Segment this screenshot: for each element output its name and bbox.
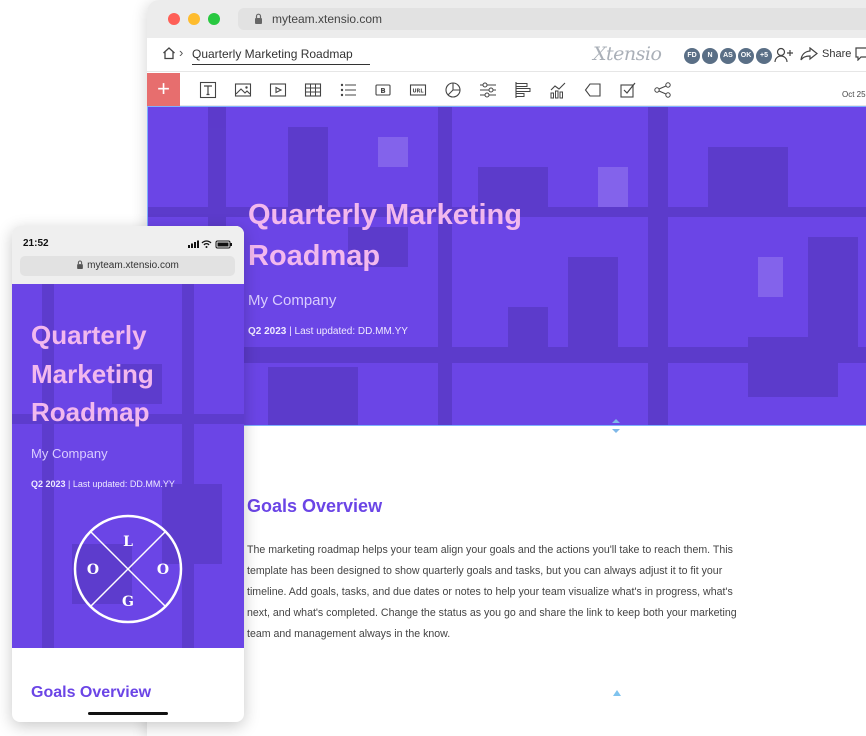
xtensio-logo: Xtensio <box>593 43 662 65</box>
add-block-button[interactable]: + <box>147 73 180 106</box>
image-tool-icon[interactable] <box>234 81 252 99</box>
minimize-window-button[interactable] <box>188 13 200 25</box>
mobile-address-url: myteam.xtensio.com <box>87 260 179 271</box>
mobile-quarter: Q2 2023 <box>31 479 66 489</box>
hero-meta[interactable]: Q2 2023 | Last updated: DD.MM.YY <box>248 326 408 337</box>
home-icon[interactable] <box>162 46 176 60</box>
comment-icon[interactable] <box>855 47 866 61</box>
breadcrumb-chevron-icon: › <box>179 45 184 60</box>
logo-letter-left: O <box>87 562 99 578</box>
share-tool-icon[interactable] <box>654 81 672 99</box>
mobile-company-name: My Company <box>31 446 108 461</box>
more-collaborators-badge[interactable]: +5 <box>756 48 772 64</box>
editor-toolbar: + B URL Oct 25 <box>147 73 866 106</box>
avatar[interactable]: FD <box>684 48 700 64</box>
mobile-status-bar: 21:52 myteam.xtensio.com <box>12 226 244 284</box>
tag-tool-icon[interactable] <box>584 81 602 99</box>
signal-wifi-battery-icon <box>188 240 232 249</box>
url-tool-icon[interactable]: URL <box>409 81 427 99</box>
address-url: myteam.xtensio.com <box>272 12 383 26</box>
mobile-hero-meta: Q2 2023 | Last updated: DD.MM.YY <box>31 479 175 489</box>
hero-title[interactable]: Quarterly Marketing Roadmap <box>248 195 588 277</box>
share-arrow-icon <box>800 47 818 61</box>
bar-graph-tool-icon[interactable] <box>514 81 532 99</box>
hero-cover[interactable]: Quarterly Marketing Roadmap My Company Q… <box>147 106 866 426</box>
line-chart-tool-icon[interactable] <box>549 81 567 99</box>
checklist-tool-icon[interactable] <box>619 81 637 99</box>
svg-text:URL: URL <box>412 89 424 95</box>
document-title-input[interactable]: Quarterly Marketing Roadmap <box>192 47 370 65</box>
hero-quarter: Q2 2023 <box>248 326 287 337</box>
document-date: Oct 25 <box>842 90 866 99</box>
lock-icon <box>77 260 84 269</box>
close-window-button[interactable] <box>168 13 180 25</box>
mobile-hero-cover: Quarterly Marketing Roadmap My Company Q… <box>12 284 244 648</box>
share-button[interactable]: Share <box>800 47 851 61</box>
logo-letter-right: O <box>157 562 169 578</box>
goals-overview-heading[interactable]: Goals Overview <box>247 496 382 517</box>
document-header-bar: › Quarterly Marketing Roadmap Xtensio FD… <box>147 38 866 72</box>
home-indicator[interactable] <box>88 712 168 715</box>
goals-overview-body[interactable]: The marketing roadmap helps your team al… <box>247 540 739 645</box>
svg-text:B: B <box>380 87 385 95</box>
hero-updated: | Last updated: DD.MM.YY <box>286 326 408 337</box>
logo-letter-top: L <box>123 534 133 550</box>
avatar[interactable]: AS <box>720 48 736 64</box>
mobile-updated: | Last updated: DD.MM.YY <box>65 479 175 489</box>
collaborator-avatars: FD N AS OK +5 <box>684 48 774 64</box>
button-tool-icon[interactable]: B <box>374 81 392 99</box>
lock-icon <box>255 13 262 24</box>
share-label: Share <box>822 48 852 60</box>
logo-placeholder: L O G O <box>73 514 183 624</box>
hero-company-name[interactable]: My Company <box>248 292 336 309</box>
browser-chrome: myteam.xtensio.com <box>147 0 866 38</box>
address-bar[interactable]: myteam.xtensio.com <box>238 8 866 30</box>
mobile-hero-title: Quarterly Marketing Roadmap <box>31 320 154 427</box>
add-user-icon[interactable] <box>774 47 794 63</box>
collapse-arrow-icon[interactable] <box>613 690 621 696</box>
logo-letter-bottom: G <box>122 594 134 610</box>
avatar[interactable]: N <box>702 48 718 64</box>
resize-handle-icon[interactable] <box>610 418 622 434</box>
video-tool-icon[interactable] <box>269 81 287 99</box>
avatar[interactable]: OK <box>738 48 754 64</box>
text-tool-icon[interactable] <box>199 81 217 99</box>
pie-chart-tool-icon[interactable] <box>444 81 462 99</box>
mobile-address-bar[interactable]: myteam.xtensio.com <box>20 256 235 276</box>
slider-tool-icon[interactable] <box>479 81 497 99</box>
desktop-browser-window: myteam.xtensio.com › Quarterly Marketing… <box>147 0 866 736</box>
table-tool-icon[interactable] <box>304 81 322 99</box>
list-tool-icon[interactable] <box>339 81 357 99</box>
mobile-goals-heading: Goals Overview <box>31 684 152 701</box>
mobile-clock: 21:52 <box>23 238 49 249</box>
maximize-window-button[interactable] <box>208 13 220 25</box>
mobile-device-preview: 21:52 myteam.xtensio.com Quarterly Marke… <box>12 226 244 722</box>
